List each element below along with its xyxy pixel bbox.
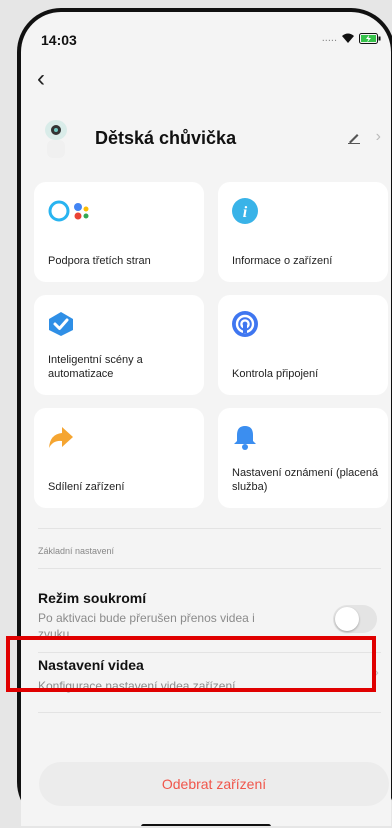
tile-label: Podpora třetích stran [48, 255, 151, 267]
wifi-icon [342, 33, 354, 43]
alexa-google-icon [48, 198, 104, 229]
smart-scene-icon [48, 311, 74, 342]
device-header[interactable]: Dětská chůvička › [21, 116, 391, 166]
connection-check-icon [232, 311, 258, 342]
divider [38, 568, 381, 569]
tile-label: Inteligentní scény a automatizace [48, 354, 143, 380]
battery-charging-icon [359, 32, 381, 44]
tile-label: Nastavení oznámení (placená služba) [232, 467, 379, 493]
tile-device-info[interactable]: i Informace o zařízení [218, 182, 388, 282]
chevron-right-icon: › [375, 128, 381, 145]
privacy-mode-toggle[interactable] [333, 605, 377, 633]
tile-label: Sdílení zařízení [48, 481, 125, 493]
svg-text:i: i [243, 204, 248, 221]
tile-label: Informace o zařízení [232, 255, 333, 267]
status-time: 14:03 [41, 32, 77, 48]
screen: 14:03 ..... ‹ Dětská chůvička › Podpora … [21, 12, 391, 826]
tile-smart-scenes[interactable]: Inteligentní scény a automatizace [34, 295, 204, 395]
privacy-mode-title: Režim soukromí [38, 590, 147, 606]
status-icons: ..... [322, 32, 381, 44]
signal-icon: ..... [321, 32, 337, 44]
edit-icon[interactable] [347, 130, 361, 144]
status-bar: 14:03 ..... [21, 12, 391, 54]
divider [38, 528, 381, 529]
tile-connection-check[interactable]: Kontrola připojení [218, 295, 388, 395]
toggle-knob [335, 607, 359, 631]
tile-notification-settings[interactable]: Nastavení oznámení (placená služba) [218, 408, 388, 508]
section-label: Základní nastavení [38, 546, 115, 556]
bell-icon [232, 424, 258, 455]
baby-monitor-icon [45, 120, 67, 158]
info-icon: i [232, 198, 258, 229]
divider [38, 712, 381, 713]
highlight-box [6, 636, 376, 692]
remove-device-button[interactable]: Odebrat zařízení [39, 762, 389, 806]
back-button[interactable]: ‹ [37, 67, 45, 91]
tile-share-device[interactable]: Sdílení zařízení [34, 408, 204, 508]
phone-frame: 14:03 ..... ‹ Dětská chůvička › Podpora … [17, 8, 392, 826]
tile-label: Kontrola připojení [232, 368, 319, 380]
home-indicator [141, 824, 271, 826]
device-name: Dětská chůvička [95, 128, 237, 148]
tile-third-party[interactable]: Podpora třetích stran [34, 182, 204, 282]
share-icon [48, 424, 74, 455]
